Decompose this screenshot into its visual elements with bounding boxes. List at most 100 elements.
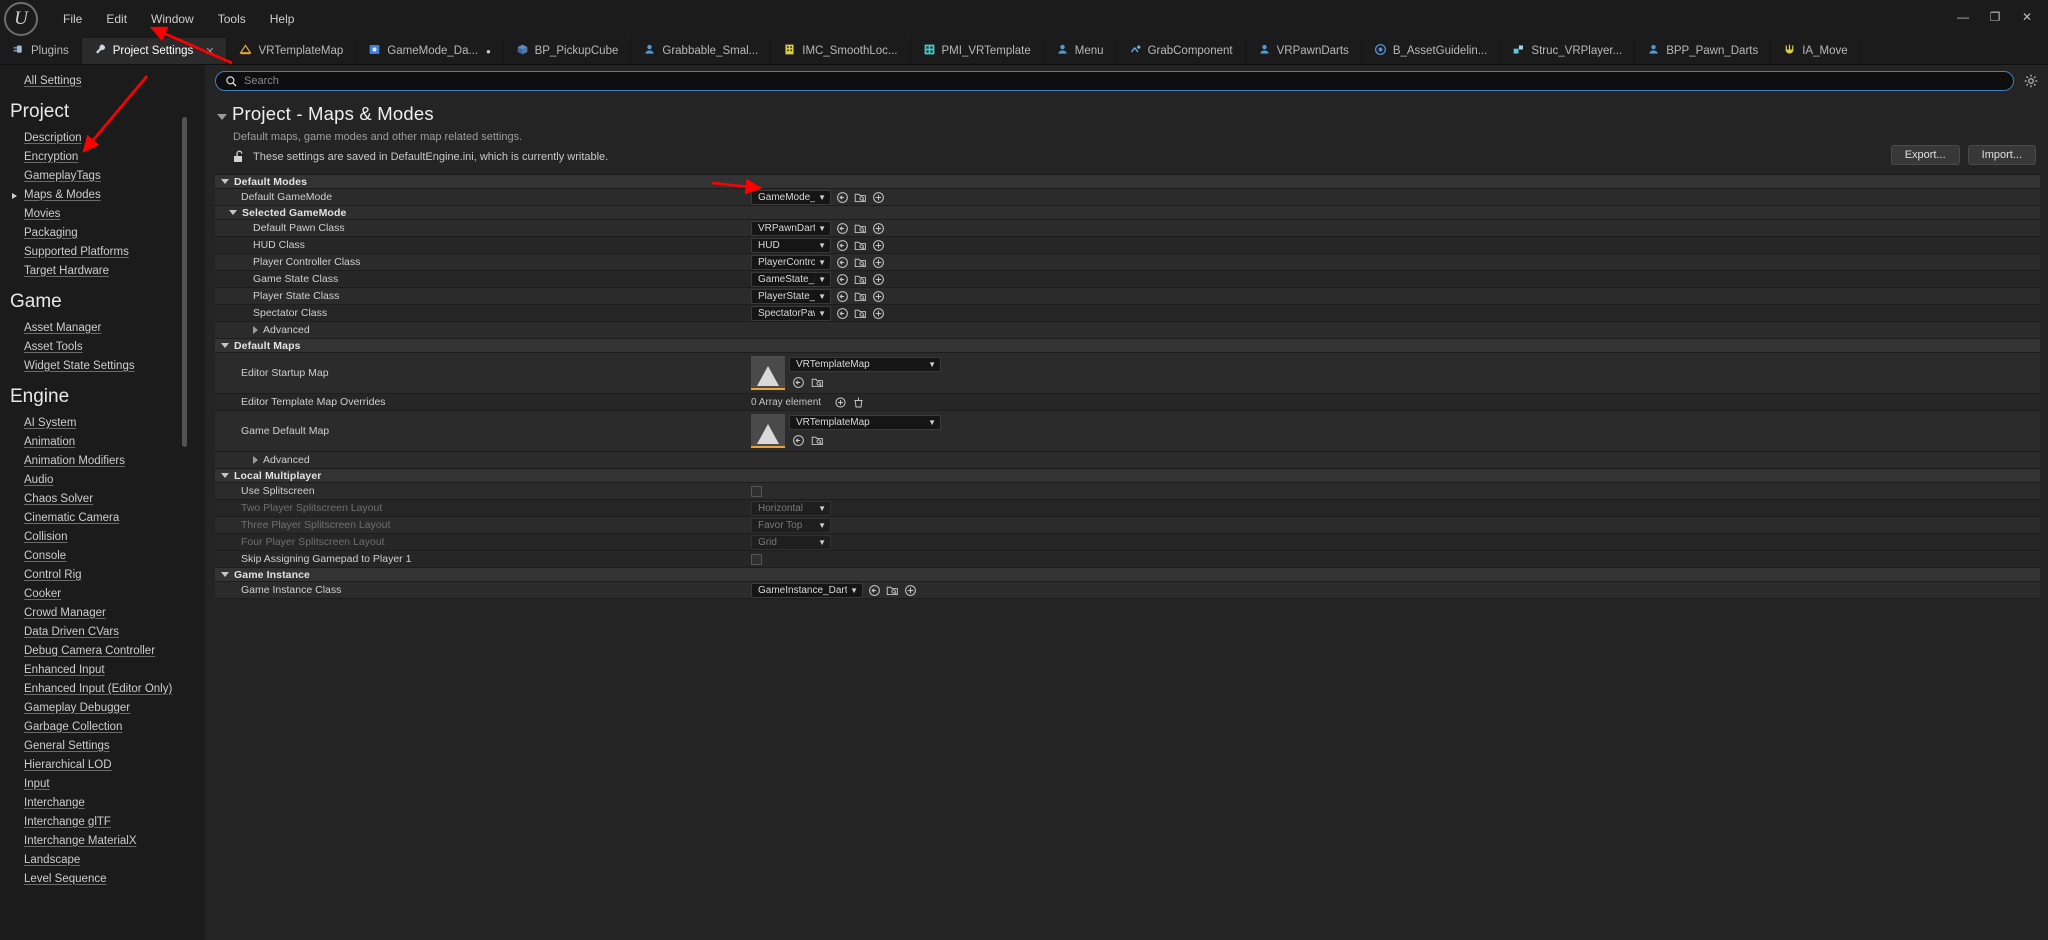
dropdown[interactable]: GameState_Darts ▼ [751,271,831,287]
menu-file[interactable]: File [52,8,93,30]
tab-bp-pickupcube[interactable]: BP_PickupCube [504,38,632,64]
tab-close-icon[interactable]: ✕ [205,45,214,58]
sidebar-item-asset-manager[interactable]: Asset Manager [0,318,205,337]
find-in-content-browser-icon[interactable] [853,238,867,252]
subcategory-selected-gamemode[interactable]: Selected GameMode [215,206,2040,220]
sidebar-item-widget-state-settings[interactable]: Widget State Settings [0,356,205,375]
property-row-editor-template-map-overrides[interactable]: Editor Template Map Overrides 0 Array el… [215,394,2040,411]
gear-icon[interactable] [2022,72,2040,90]
dropdown[interactable]: PlayerController_[ ▼ [751,254,831,270]
collapse-section-icon[interactable] [217,114,227,120]
category-header[interactable]: Default Modes [215,175,2040,189]
sidebar-item-garbage-collection[interactable]: Garbage Collection [0,717,205,736]
property-row-skip-assigning-gamepad[interactable]: Skip Assigning Gamepad to Player 1 [215,551,2040,568]
advanced-toggle-modes[interactable]: Advanced [215,322,2040,339]
sidebar-item-interchange-gltf[interactable]: Interchange glTF [0,812,205,831]
tab-struc-vrplayer[interactable]: Struc_VRPlayer... [1500,38,1636,64]
map-thumbnail[interactable] [751,414,785,448]
sidebar-item-target-hardware[interactable]: Target Hardware [0,261,205,280]
tab-menu[interactable]: Menu [1044,38,1117,64]
minimize-button[interactable]: — [1948,6,1978,28]
sidebar-item-interchange-materialx[interactable]: Interchange MaterialX [0,831,205,850]
use-selected-asset-icon[interactable] [871,306,885,320]
sidebar-item-gameplay-debugger[interactable]: Gameplay Debugger [0,698,205,717]
dropdown[interactable]: VRTemplateMap ▼ [789,414,941,430]
sidebar-item-asset-tools[interactable]: Asset Tools [0,337,205,356]
use-selected-asset-icon[interactable] [871,238,885,252]
tab-project-settings[interactable]: Project Settings ✕ [81,38,228,64]
export-button[interactable]: Export... [1890,145,1960,165]
sidebar-item-enhanced-input-editor-only[interactable]: Enhanced Input (Editor Only) [0,679,205,698]
property-row[interactable]: Game State Class GameState_Darts ▼ [215,271,2040,288]
dropdown[interactable]: VRPawnDarts ▼ [751,220,831,236]
browse-to-asset-icon[interactable] [835,238,849,252]
tab-imc-smoothloc[interactable]: IMC_SmoothLoc... [771,38,911,64]
property-row-default-gamemode[interactable]: Default GameMode GameMode_Darts ▼ [215,189,2040,206]
sidebar-item-control-rig[interactable]: Control Rig [0,565,205,584]
sidebar-item-maps-modes[interactable]: Maps & Modes [0,185,205,204]
property-row-game-instance-class[interactable]: Game Instance Class GameInstance_Darts ▼ [215,582,2040,599]
tab-plugins[interactable]: Plugins [0,38,82,64]
import-button[interactable]: Import... [1967,145,2036,165]
browse-to-asset-icon[interactable] [867,583,881,597]
browse-to-asset-icon[interactable] [835,272,849,286]
dropdown[interactable]: VRTemplateMap ▼ [789,356,941,372]
sidebar-item-ai-system[interactable]: AI System [0,413,205,432]
dropdown[interactable]: Horizontal ▼ [751,500,831,516]
sidebar-item-animation[interactable]: Animation [0,432,205,451]
unreal-logo-icon[interactable]: U [4,2,38,36]
property-row[interactable]: Player State Class PlayerState_Darts ▼ [215,288,2040,305]
sidebar-item-data-driven-cvars[interactable]: Data Driven CVars [0,622,205,641]
sidebar-item-movies[interactable]: Movies [0,204,205,223]
use-selected-asset-icon[interactable] [871,289,885,303]
browse-to-asset-icon[interactable] [835,306,849,320]
use-selected-asset-icon[interactable] [871,272,885,286]
property-row-game-default-map[interactable]: Game Default Map VRTemplateMap ▼ [215,411,2040,452]
property-row[interactable]: HUD Class HUD ▼ [215,237,2040,254]
tab-pmi-vrtemplate[interactable]: PMI_VRTemplate [911,38,1044,64]
browse-to-asset-icon[interactable] [835,289,849,303]
browse-to-asset-icon[interactable] [835,255,849,269]
sidebar-item-audio[interactable]: Audio [0,470,205,489]
use-selected-asset-icon[interactable] [871,255,885,269]
maximize-button[interactable]: ❐ [1980,6,2010,28]
sidebar-item-landscape[interactable]: Landscape [0,850,205,869]
sidebar-item-collision[interactable]: Collision [0,527,205,546]
tab-vrpawndarts[interactable]: VRPawnDarts [1246,38,1362,64]
dropdown[interactable]: Favor Top ▼ [751,517,831,533]
find-in-content-browser-icon[interactable] [810,434,824,448]
property-row-use-splitscreen[interactable]: Use Splitscreen [215,483,2040,500]
sidebar-item-general-settings[interactable]: General Settings [0,736,205,755]
menu-help[interactable]: Help [259,8,306,30]
find-in-content-browser-icon[interactable] [885,583,899,597]
browse-to-asset-icon[interactable] [835,221,849,235]
tab-b-assetguidelin[interactable]: B_AssetGuidelin... [1362,38,1501,64]
tab-grabcomponent[interactable]: GrabComponent [1117,38,1246,64]
dropdown[interactable]: PlayerState_Darts ▼ [751,288,831,304]
add-array-element-icon[interactable] [833,395,847,409]
menu-tools[interactable]: Tools [207,8,257,30]
property-row-editor-startup-map[interactable]: Editor Startup Map VRTemplateMap ▼ [215,353,2040,394]
search-input[interactable]: Search [215,71,2014,91]
use-selected-asset-icon[interactable] [871,190,885,204]
dropdown[interactable]: HUD ▼ [751,237,831,253]
find-in-content-browser-icon[interactable] [853,289,867,303]
browse-to-asset-icon[interactable] [791,434,805,448]
tab-vrtemplatemap[interactable]: VRTemplateMap [227,38,357,64]
sidebar-item-cinematic-camera[interactable]: Cinematic Camera [0,508,205,527]
sidebar-item-level-sequence[interactable]: Level Sequence [0,869,205,888]
close-button[interactable]: ✕ [2012,6,2042,28]
dropdown[interactable]: GameInstance_Darts ▼ [751,582,863,598]
dropdown[interactable]: Grid ▼ [751,534,831,550]
browse-to-asset-icon[interactable] [791,376,805,390]
sidebar-item-debug-camera-controller[interactable]: Debug Camera Controller [0,641,205,660]
find-in-content-browser-icon[interactable] [853,190,867,204]
use-splitscreen-checkbox[interactable] [751,485,762,497]
sidebar-item-interchange[interactable]: Interchange [0,793,205,812]
sidebar-item-hierarchical-lod[interactable]: Hierarchical LOD [0,755,205,774]
menu-window[interactable]: Window [140,8,205,30]
find-in-content-browser-icon[interactable] [853,255,867,269]
use-selected-asset-icon[interactable] [903,583,917,597]
sidebar-item-enhanced-input[interactable]: Enhanced Input [0,660,205,679]
sidebar-item-supported-platforms[interactable]: Supported Platforms [0,242,205,261]
